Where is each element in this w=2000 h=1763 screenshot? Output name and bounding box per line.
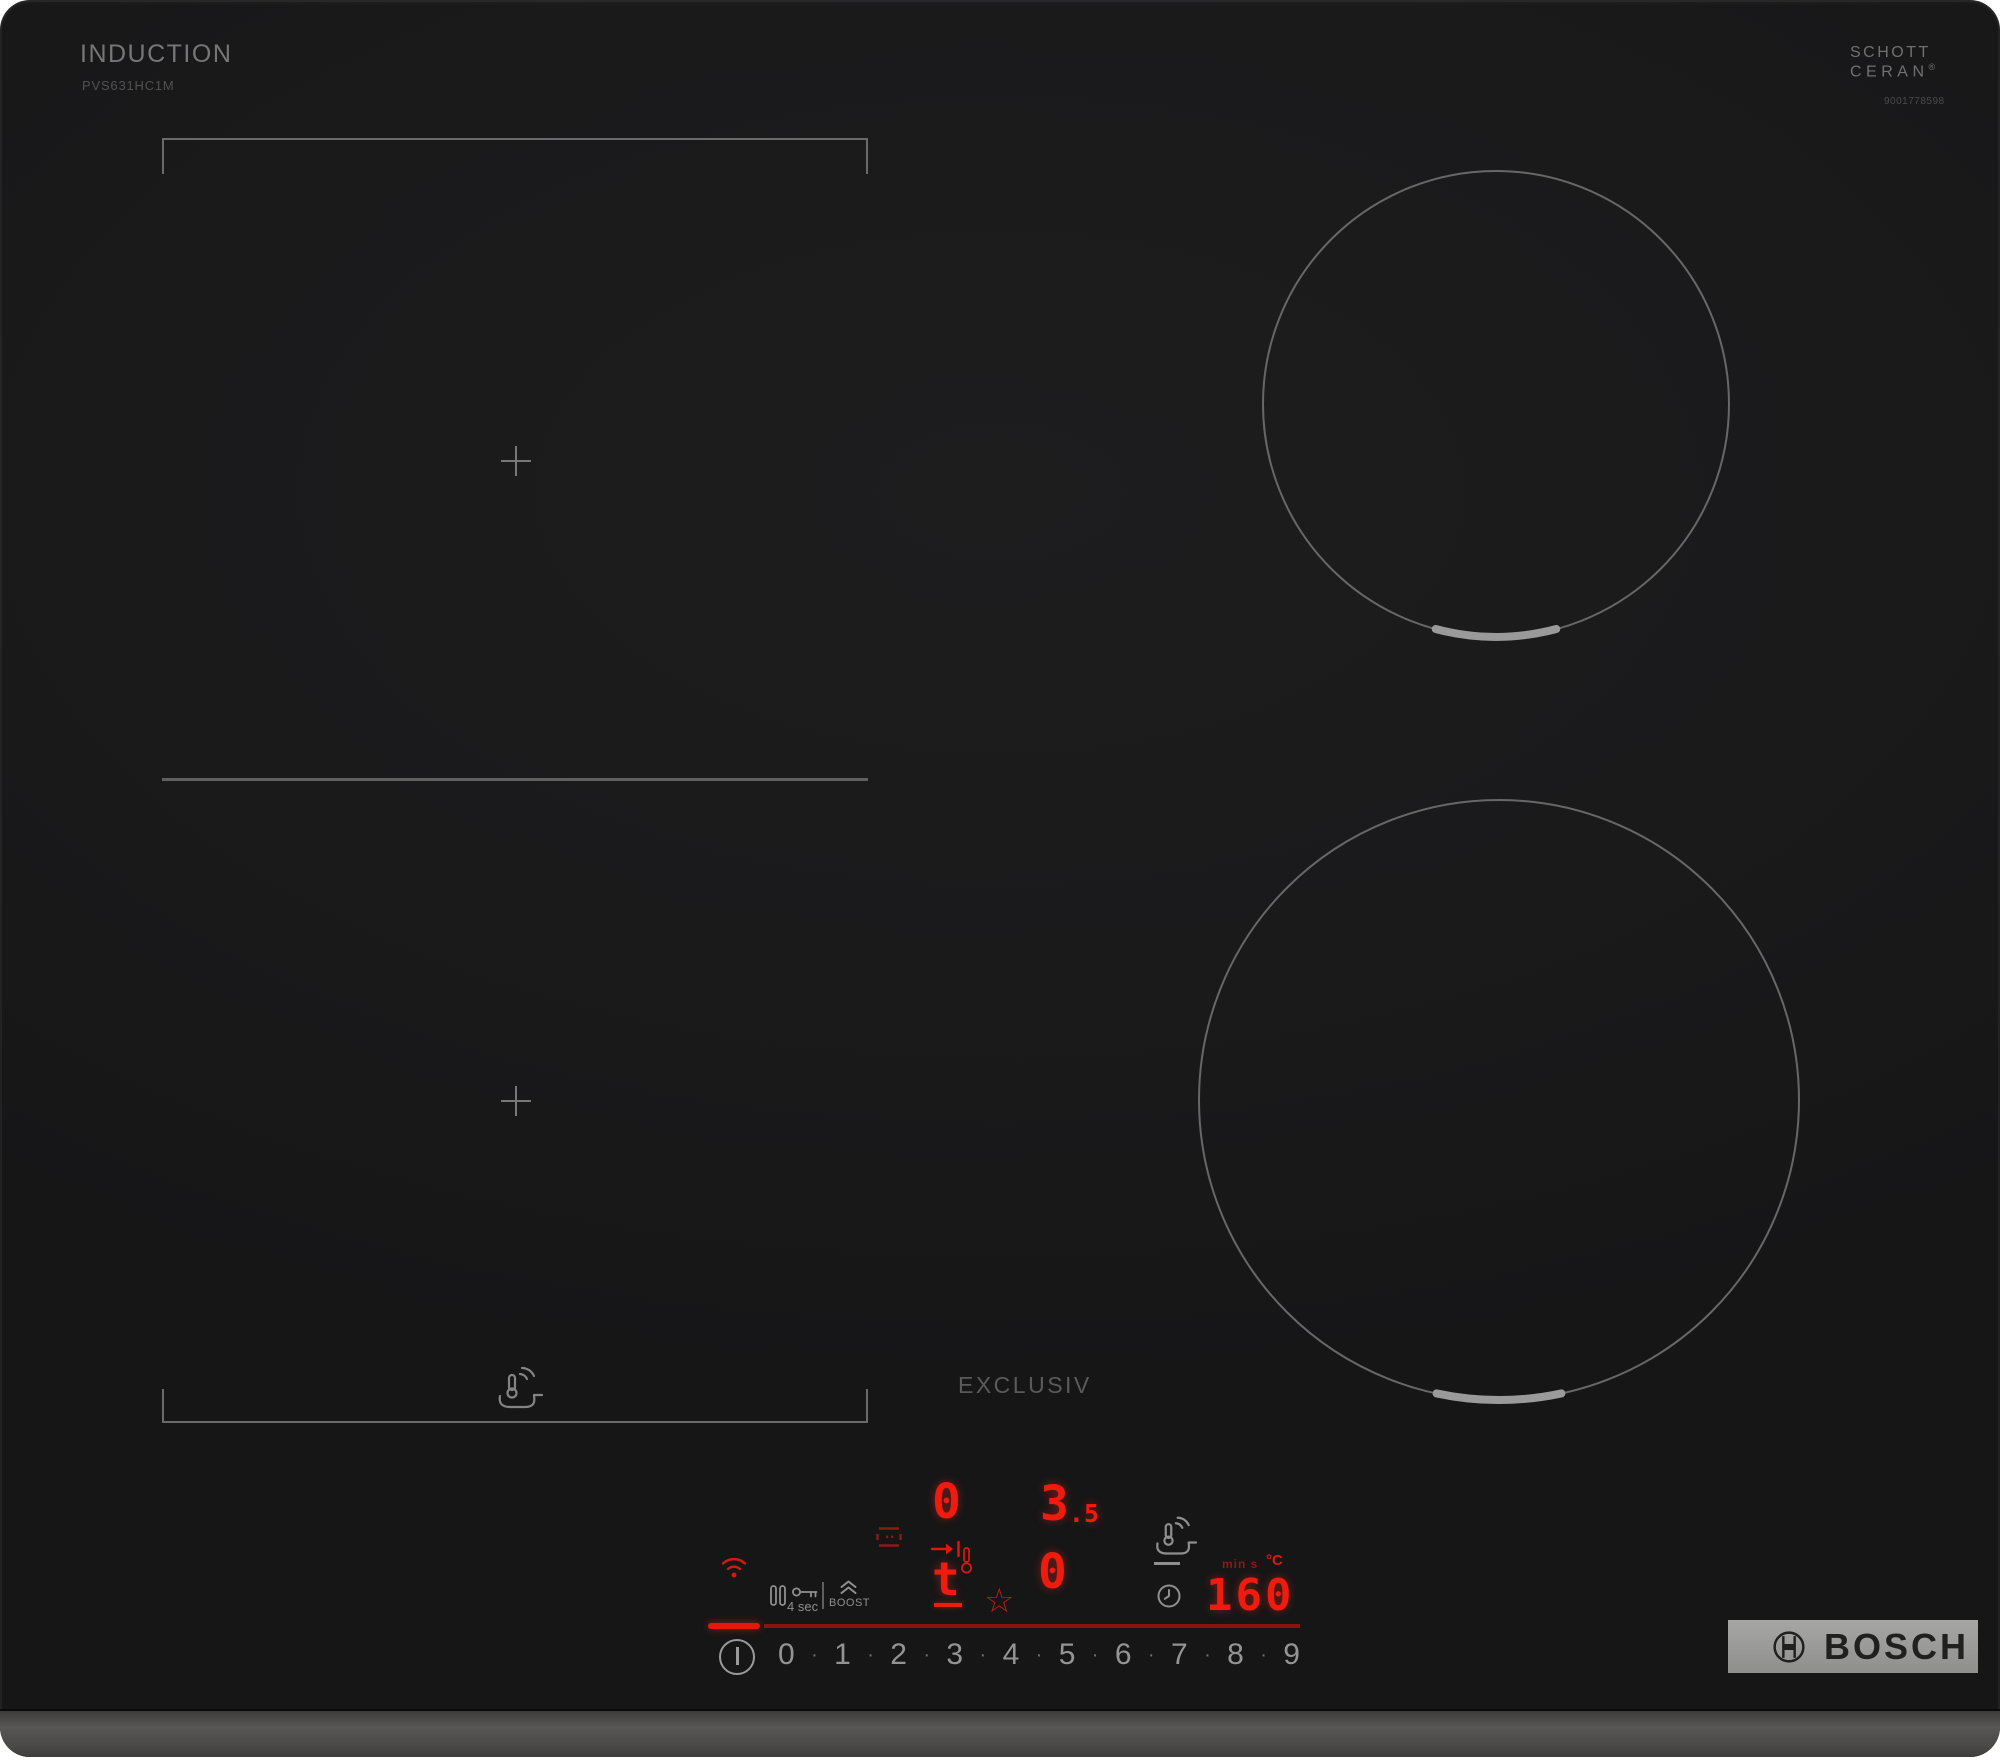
- timer-clock-icon[interactable]: [1156, 1583, 1182, 1609]
- digit-separator: ·: [923, 1643, 931, 1666]
- digit-separator: ·: [1091, 1643, 1099, 1666]
- digit-separator: ·: [1260, 1643, 1267, 1666]
- zone-rear-right-outline: [1262, 170, 1730, 638]
- boost-chevrons-icon[interactable]: [839, 1579, 858, 1596]
- digit-key-3[interactable]: 3: [946, 1638, 963, 1672]
- timer-unit-temp-label: °C: [1266, 1552, 1283, 1569]
- round-zones-graphic: [1198, 170, 1800, 1404]
- flex-zone-char-display[interactable]: t: [932, 1556, 960, 1602]
- active-segment-line: [708, 1623, 760, 1629]
- slider-baseline: [764, 1624, 1300, 1628]
- favorite-star-icon[interactable]: ☆: [984, 1584, 1014, 1618]
- front-metal-trim: [0, 1709, 2000, 1757]
- timer-value-display[interactable]: 160: [1206, 1574, 1294, 1618]
- pot-position-indicator-icon: [876, 1527, 902, 1547]
- induction-hob-glass: INDUCTION PVS631HC1M SCHOTT CERAN® 90017…: [0, 0, 2000, 1757]
- pause-key-icon[interactable]: [769, 1584, 788, 1607]
- timer-unit-time-label: min s: [1222, 1557, 1259, 1571]
- sensor-divider-line: [1154, 1562, 1180, 1565]
- power-level-slider[interactable]: 0 · 1 · 2 · 3 · 4 · 5 · 6 · 7 · 8 · 9: [778, 1636, 1300, 1674]
- digit-key-6[interactable]: 6: [1115, 1638, 1132, 1672]
- boost-label[interactable]: BOOST: [829, 1597, 870, 1609]
- flex-zone-selected-underline: [934, 1603, 962, 1607]
- power-button[interactable]: [719, 1639, 755, 1675]
- zone-rear-right-marker: [1431, 625, 1561, 641]
- bosch-banner: BOSCH: [1728, 1620, 1978, 1673]
- sensor-pan-key-icon[interactable]: [1150, 1515, 1198, 1559]
- digit-key-5[interactable]: 5: [1059, 1638, 1076, 1672]
- digit-key-2[interactable]: 2: [890, 1638, 907, 1672]
- digit-key-1[interactable]: 1: [834, 1638, 851, 1672]
- zone-front-right-outline: [1198, 799, 1800, 1401]
- bosch-logo-icon: [1773, 1630, 1805, 1663]
- series-label: EXCLUSIV: [958, 1372, 1092, 1398]
- digit-key-7[interactable]: 7: [1171, 1638, 1188, 1672]
- digit-key-8[interactable]: 8: [1227, 1638, 1244, 1672]
- zone-front-left-level-display[interactable]: 0: [932, 1478, 961, 1526]
- digit-key-9[interactable]: 9: [1283, 1638, 1300, 1672]
- bosch-wordmark: BOSCH: [1824, 1625, 1970, 1667]
- digit-separator: ·: [1035, 1643, 1043, 1666]
- key-divider: [822, 1582, 824, 1609]
- product-photo-canvas: INDUCTION PVS631HC1M SCHOTT CERAN® 90017…: [0, 0, 2000, 1763]
- digit-key-0[interactable]: 0: [778, 1638, 795, 1672]
- power-bar-icon: [735, 1647, 739, 1665]
- digit-separator: ·: [1147, 1643, 1155, 1666]
- digit-separator: ·: [867, 1643, 874, 1666]
- zone-front-right-level-display[interactable]: 3 .5: [1040, 1480, 1099, 1528]
- zone-front-right-marker: [1432, 1389, 1566, 1404]
- digit-separator: ·: [811, 1643, 818, 1666]
- digit-separator: ·: [979, 1643, 987, 1666]
- zone-rear-right-level-display[interactable]: 0: [1038, 1548, 1067, 1596]
- wifi-icon: [721, 1557, 747, 1578]
- thermometer-icon: [961, 1547, 972, 1574]
- lock-delay-label: 4 sec: [787, 1599, 819, 1614]
- digit-key-4[interactable]: 4: [1003, 1638, 1020, 1672]
- digit-separator: ·: [1204, 1643, 1211, 1666]
